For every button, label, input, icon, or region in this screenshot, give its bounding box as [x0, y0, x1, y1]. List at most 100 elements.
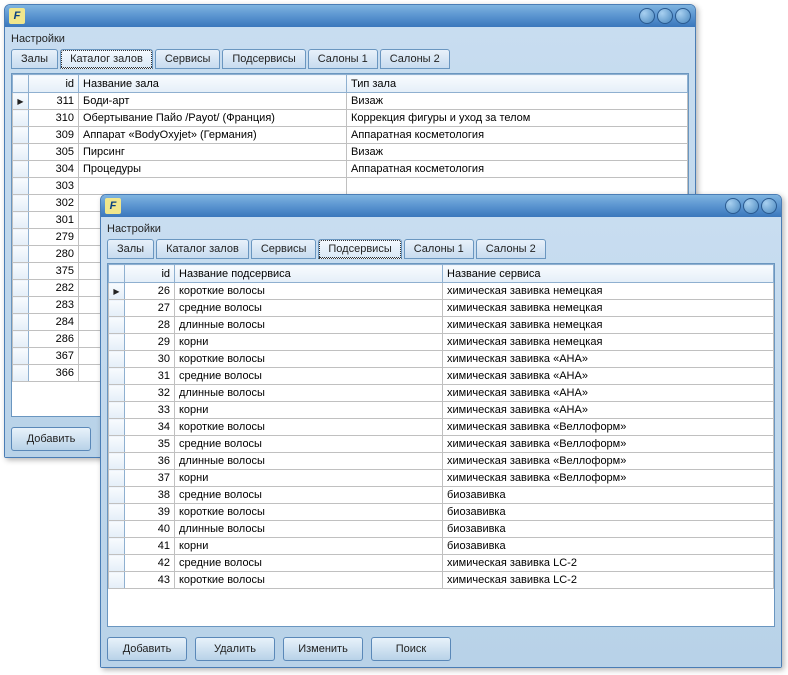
cell-name[interactable]: длинные волосы [175, 385, 443, 402]
row-selector[interactable] [13, 365, 29, 382]
row-selector[interactable] [13, 144, 29, 161]
cell-id[interactable]: 302 [29, 195, 79, 212]
row-selector[interactable] [109, 555, 125, 572]
table-row[interactable]: 36длинные волосыхимическая завивка «Велл… [109, 453, 774, 470]
cell-service[interactable]: химическая завивка LC-2 [443, 572, 774, 589]
tab-salony1[interactable]: Салоны 1 [404, 239, 474, 259]
cell-name[interactable]: корни [175, 334, 443, 351]
row-selector[interactable] [109, 317, 125, 334]
table-row[interactable]: 40длинные волосыбиозавивка [109, 521, 774, 538]
row-selector[interactable] [13, 195, 29, 212]
titlebar[interactable]: F [101, 195, 781, 217]
tab-servisy[interactable]: Сервисы [155, 49, 221, 69]
cell-id[interactable]: 38 [125, 487, 175, 504]
cell-id[interactable]: 282 [29, 280, 79, 297]
cell-id[interactable]: 301 [29, 212, 79, 229]
cell-type[interactable]: Аппаратная косметология [347, 127, 688, 144]
cell-name[interactable]: Аппарат «BodyOxyjet» (Германия) [79, 127, 347, 144]
table-row[interactable]: 43короткие волосыхимическая завивка LC-2 [109, 572, 774, 589]
cell-name[interactable]: длинные волосы [175, 317, 443, 334]
row-selector[interactable] [109, 504, 125, 521]
close-icon[interactable] [761, 198, 777, 214]
row-selector[interactable] [13, 178, 29, 195]
cell-id[interactable]: 28 [125, 317, 175, 334]
cell-id[interactable]: 305 [29, 144, 79, 161]
grid-scroll[interactable]: id Название подсервиса Название сервиса … [108, 264, 774, 626]
search-button[interactable]: Поиск [371, 637, 451, 661]
row-selector[interactable] [109, 283, 125, 300]
cell-type[interactable]: Визаж [347, 93, 688, 110]
row-selector[interactable] [13, 314, 29, 331]
col-service[interactable]: Название сервиса [443, 265, 774, 283]
table-row[interactable]: 34короткие волосыхимическая завивка «Вел… [109, 419, 774, 436]
cell-id[interactable]: 367 [29, 348, 79, 365]
tab-zaly[interactable]: Залы [11, 49, 58, 69]
row-selector[interactable] [13, 246, 29, 263]
table-row[interactable]: 42средние волосыхимическая завивка LC-2 [109, 555, 774, 572]
row-selector[interactable] [109, 470, 125, 487]
cell-id[interactable]: 34 [125, 419, 175, 436]
cell-id[interactable]: 42 [125, 555, 175, 572]
row-selector[interactable] [109, 521, 125, 538]
row-selector[interactable] [109, 436, 125, 453]
cell-id[interactable]: 304 [29, 161, 79, 178]
tab-katalog[interactable]: Каталог залов [60, 49, 153, 69]
cell-id[interactable]: 37 [125, 470, 175, 487]
cell-id[interactable]: 36 [125, 453, 175, 470]
row-selector[interactable] [109, 419, 125, 436]
row-selector[interactable] [13, 297, 29, 314]
cell-name[interactable]: средние волосы [175, 487, 443, 504]
cell-name[interactable]: средние волосы [175, 368, 443, 385]
cell-name[interactable]: средние волосы [175, 436, 443, 453]
row-selector[interactable] [109, 300, 125, 317]
cell-id[interactable]: 33 [125, 402, 175, 419]
row-selector[interactable] [13, 212, 29, 229]
close-icon[interactable] [675, 8, 691, 24]
row-selector[interactable] [13, 110, 29, 127]
cell-id[interactable]: 26 [125, 283, 175, 300]
cell-service[interactable]: химическая завивка «АНА» [443, 385, 774, 402]
minimize-icon[interactable] [639, 8, 655, 24]
cell-id[interactable]: 303 [29, 178, 79, 195]
row-selector[interactable] [13, 127, 29, 144]
table-row[interactable]: 26короткие волосыхимическая завивка неме… [109, 283, 774, 300]
row-selector[interactable] [109, 334, 125, 351]
row-selector[interactable] [109, 538, 125, 555]
cell-name[interactable]: короткие волосы [175, 283, 443, 300]
table-row[interactable]: 311Боди-артВизаж [13, 93, 688, 110]
cell-service[interactable]: биозавивка [443, 538, 774, 555]
cell-id[interactable]: 280 [29, 246, 79, 263]
edit-button[interactable]: Изменить [283, 637, 363, 661]
cell-service[interactable]: химическая завивка немецкая [443, 317, 774, 334]
row-selector[interactable] [109, 402, 125, 419]
cell-name[interactable]: Пирсинг [79, 144, 347, 161]
col-name[interactable]: Название зала [79, 75, 347, 93]
cell-name[interactable]: средние волосы [175, 300, 443, 317]
cell-id[interactable]: 27 [125, 300, 175, 317]
row-selector[interactable] [13, 348, 29, 365]
table-row[interactable]: 38средние волосыбиозавивка [109, 487, 774, 504]
table-row[interactable]: 27средние волосыхимическая завивка немец… [109, 300, 774, 317]
cell-type[interactable] [347, 178, 688, 195]
cell-service[interactable]: химическая завивка немецкая [443, 334, 774, 351]
cell-id[interactable]: 283 [29, 297, 79, 314]
row-selector[interactable] [13, 93, 29, 110]
table-row[interactable]: 33корнихимическая завивка «АНА» [109, 402, 774, 419]
cell-service[interactable]: химическая завивка «Веллоформ» [443, 453, 774, 470]
cell-name[interactable]: Боди-арт [79, 93, 347, 110]
cell-id[interactable]: 32 [125, 385, 175, 402]
table-row[interactable]: 304ПроцедурыАппаратная косметология [13, 161, 688, 178]
cell-type[interactable]: Коррекция фигуры и уход за телом [347, 110, 688, 127]
cell-name[interactable]: длинные волосы [175, 453, 443, 470]
cell-id[interactable]: 29 [125, 334, 175, 351]
cell-name[interactable]: Процедуры [79, 161, 347, 178]
cell-service[interactable]: химическая завивка немецкая [443, 300, 774, 317]
cell-id[interactable]: 366 [29, 365, 79, 382]
cell-name[interactable] [79, 178, 347, 195]
row-selector[interactable] [13, 280, 29, 297]
cell-id[interactable]: 310 [29, 110, 79, 127]
tab-podservisy[interactable]: Подсервисы [222, 49, 305, 69]
add-button[interactable]: Добавить [11, 427, 91, 451]
col-id[interactable]: id [125, 265, 175, 283]
row-selector[interactable] [13, 331, 29, 348]
